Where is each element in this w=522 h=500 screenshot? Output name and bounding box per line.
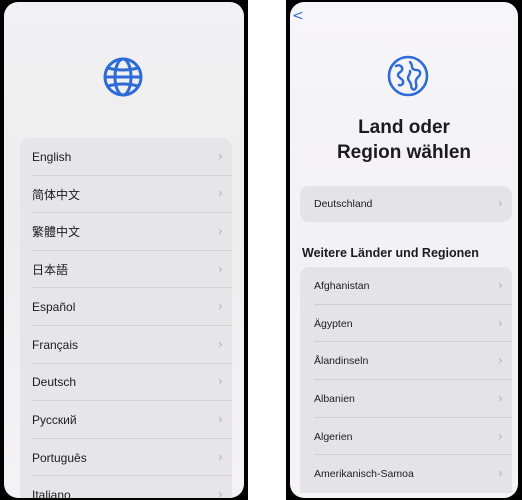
language-label: English [32, 149, 72, 164]
region-label: Ålandinseln [314, 355, 369, 368]
chevron-right-icon: › [217, 450, 223, 466]
region-label: Deutschland [314, 198, 373, 210]
language-item-french[interactable]: Français › [20, 326, 232, 364]
region-label: Algerien [314, 430, 353, 443]
language-item-portuguese[interactable]: Português › [20, 439, 232, 477]
region-label: Albanien [314, 392, 355, 405]
language-item-japanese[interactable]: 日本語 › [20, 251, 232, 289]
language-item-spanish[interactable]: Español › [20, 288, 232, 326]
chevron-right-icon: › [217, 186, 223, 202]
language-label: Русский [32, 412, 77, 427]
region-item-egypt[interactable]: Ägypten › [300, 305, 512, 343]
language-label: 繁體中文 [32, 225, 81, 240]
chevron-right-icon: › [217, 262, 223, 278]
section-header: Weitere Länder und Regionen [302, 246, 479, 260]
language-label: Français [32, 337, 79, 352]
region-phone-photo: < Land oder Region wählen Deutschland › … [286, 0, 522, 500]
chevron-right-icon: › [217, 487, 223, 498]
chevron-right-icon: › [497, 196, 503, 212]
language-label: Português [32, 450, 87, 465]
earth-globe-icon [387, 55, 429, 97]
chevron-right-icon: › [217, 374, 223, 390]
chevron-right-icon: › [217, 412, 223, 428]
chevron-right-icon: › [497, 429, 503, 445]
title-line: Land oder [358, 117, 450, 138]
region-item-aland[interactable]: Ålandinseln › [300, 342, 512, 380]
language-item-traditional-chinese[interactable]: 繁體中文 › [20, 213, 232, 251]
region-item-albania[interactable]: Albanien › [300, 380, 512, 418]
chevron-right-icon: › [497, 466, 503, 482]
back-chevron-icon[interactable]: < [292, 8, 304, 24]
chevron-right-icon: › [217, 224, 223, 240]
chevron-right-icon: › [497, 353, 503, 369]
language-item-german[interactable]: Deutsch › [20, 364, 232, 402]
chevron-right-icon: › [497, 391, 503, 407]
language-label: 简体中文 [32, 187, 81, 202]
chevron-right-icon: › [217, 299, 223, 315]
region-item-afghanistan[interactable]: Afghanistan › [300, 267, 512, 305]
chevron-right-icon: › [217, 149, 223, 165]
region-item-current[interactable]: Deutschland › [300, 186, 512, 222]
current-region-card: Deutschland › [300, 186, 512, 222]
chevron-right-icon: › [497, 278, 503, 294]
chevron-right-icon: › [217, 337, 223, 353]
language-phone-photo: English › 简体中文 › 繁體中文 › 日本語 › Español › … [0, 0, 248, 500]
language-label: Italiano [32, 488, 71, 498]
title-line: Region wählen [336, 142, 472, 163]
region-item-algeria[interactable]: Algerien › [300, 418, 512, 456]
region-item-american-samoa[interactable]: Amerikanisch-Samoa › [300, 455, 512, 493]
language-item-english[interactable]: English › [20, 138, 232, 176]
language-list: English › 简体中文 › 繁體中文 › 日本語 › Español › … [20, 138, 232, 498]
page-title: Land oder Region wählen [290, 115, 518, 165]
language-item-russian[interactable]: Русский › [20, 401, 232, 439]
chevron-right-icon: › [497, 316, 503, 332]
globe-icon [103, 57, 143, 97]
region-label: Ägypten [314, 317, 353, 330]
language-label: 日本語 [32, 263, 69, 278]
language-screen: English › 简体中文 › 繁體中文 › 日本語 › Español › … [4, 2, 244, 498]
region-list: Afghanistan › Ägypten › Ålandinseln › Al… [300, 267, 512, 494]
language-label: Español [32, 300, 76, 315]
language-label: Deutsch [32, 375, 77, 390]
region-label: Afghanistan [314, 279, 370, 292]
language-item-italian[interactable]: Italiano › [20, 476, 232, 498]
language-item-simplified-chinese[interactable]: 简体中文 › [20, 176, 232, 214]
region-screen: < Land oder Region wählen Deutschland › … [290, 2, 518, 498]
region-label: Amerikanisch-Samoa [314, 468, 414, 481]
